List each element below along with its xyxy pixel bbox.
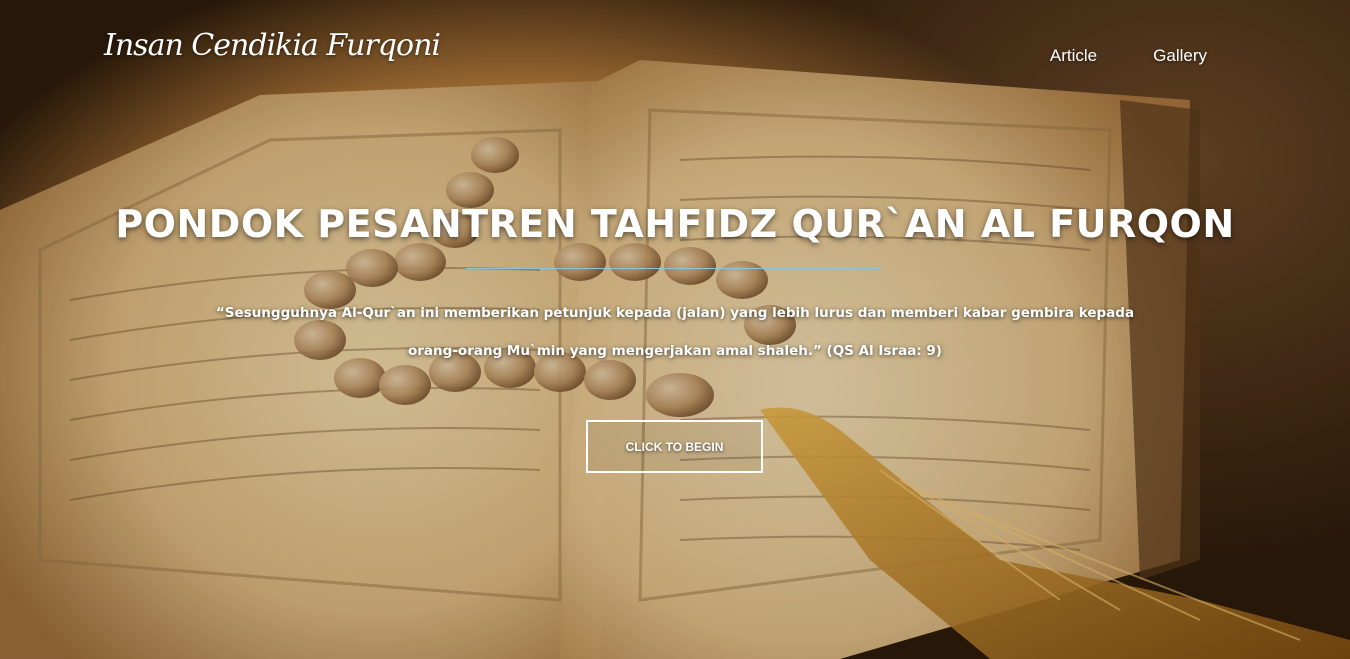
hero-divider xyxy=(466,268,882,269)
hero-title: PONDOK PESANTREN TAHFIDZ QUR`AN AL FURQO… xyxy=(115,202,1235,246)
hero-section: PONDOK PESANTREN TAHFIDZ QUR`AN AL FURQO… xyxy=(0,0,1350,659)
hero-quote: “Sesungguhnya Al-Qur`an ini memberikan p… xyxy=(215,305,1135,359)
click-to-begin-button[interactable]: CLICK TO BEGIN xyxy=(586,420,763,473)
